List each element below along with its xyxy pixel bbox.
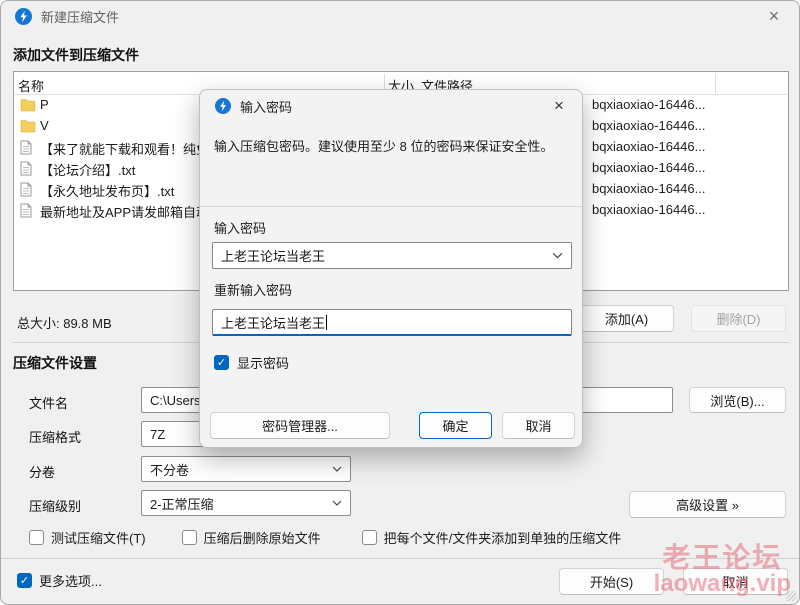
dialog-message: 输入压缩包密码。建议使用至少 8 位的密码来保证安全性。 bbox=[214, 137, 570, 156]
dialog-cancel-button[interactable]: 取消 bbox=[502, 412, 575, 439]
settings-heading: 压缩文件设置 bbox=[13, 353, 97, 373]
show-password-checkbox[interactable]: ✓ bbox=[214, 355, 229, 370]
file-name: P bbox=[40, 97, 49, 112]
option-toggle[interactable]: 测试压缩文件(T) bbox=[29, 528, 146, 547]
more-options-checkbox[interactable]: ✓ bbox=[17, 573, 32, 588]
chevron-down-icon bbox=[332, 500, 342, 506]
confirm-password-label: 重新输入密码 bbox=[214, 280, 292, 299]
delete-button: 删除(D) bbox=[691, 305, 786, 332]
password-label: 输入密码 bbox=[214, 218, 266, 237]
option-label: 把每个文件/文件夹添加到单独的压缩文件 bbox=[384, 528, 622, 547]
app-lightning-icon bbox=[215, 98, 231, 114]
document-icon bbox=[20, 140, 36, 154]
title-bar: 新建压缩文件 × bbox=[1, 1, 799, 31]
ok-button[interactable]: 确定 bbox=[419, 412, 492, 439]
password-dialog: 输入密码 × 输入压缩包密码。建议使用至少 8 位的密码来保证安全性。 输入密码… bbox=[199, 89, 583, 448]
option-label: 测试压缩文件(T) bbox=[51, 528, 146, 547]
level-select[interactable]: 2-正常压缩 bbox=[141, 490, 351, 516]
document-icon bbox=[20, 161, 36, 175]
dialog-divider bbox=[200, 206, 582, 207]
more-options-label: 更多选项... bbox=[39, 571, 102, 590]
window-title: 新建压缩文件 bbox=[41, 7, 119, 26]
browse-button[interactable]: 浏览(B)... bbox=[689, 387, 786, 413]
document-icon bbox=[20, 182, 36, 196]
password-manager-button[interactable]: 密码管理器... bbox=[210, 412, 390, 439]
total-size-label: 总大小: 89.8 MB bbox=[17, 313, 112, 332]
file-path: bqxiaoxiao-16446... bbox=[592, 160, 705, 175]
volume-label: 分卷 bbox=[29, 462, 55, 481]
confirm-password-input[interactable]: 上老王论坛当老王 bbox=[212, 309, 572, 336]
file-path: bqxiaoxiao-16446... bbox=[592, 139, 705, 154]
dialog-title: 输入密码 bbox=[240, 97, 292, 116]
password-input[interactable]: 上老王论坛当老王 bbox=[212, 242, 572, 269]
more-options-toggle[interactable]: ✓ 更多选项... bbox=[17, 571, 102, 590]
option-checkbox[interactable] bbox=[29, 530, 44, 545]
file-path: bqxiaoxiao-16446... bbox=[592, 181, 705, 196]
start-button[interactable]: 开始(S) bbox=[559, 568, 664, 595]
filename-label: 文件名 bbox=[29, 393, 68, 412]
app-lightning-icon bbox=[15, 8, 32, 25]
file-name: 【论坛介绍】.txt bbox=[40, 160, 135, 179]
add-files-heading: 添加文件到压缩文件 bbox=[13, 45, 139, 65]
level-label: 压缩级别 bbox=[29, 496, 81, 515]
password-value: 上老王论坛当老王 bbox=[221, 246, 325, 265]
confirm-password-value: 上老王论坛当老王 bbox=[221, 313, 325, 332]
format-value: 7Z bbox=[150, 427, 165, 442]
column-name[interactable]: 名称 bbox=[18, 76, 44, 95]
file-path: bqxiaoxiao-16446... bbox=[592, 202, 705, 217]
new-archive-window: 新建压缩文件 × 添加文件到压缩文件 名称 大小 文件路径 Pbqxiaoxia… bbox=[0, 0, 800, 605]
file-path: bqxiaoxiao-16446... bbox=[592, 97, 705, 112]
format-label: 压缩格式 bbox=[29, 427, 81, 446]
show-password-label: 显示密码 bbox=[237, 353, 289, 372]
file-path: bqxiaoxiao-16446... bbox=[592, 118, 705, 133]
chevron-down-icon bbox=[332, 466, 342, 472]
resize-grip[interactable] bbox=[786, 591, 796, 601]
column-separator[interactable] bbox=[715, 74, 716, 93]
cancel-button[interactable]: 取消 bbox=[683, 568, 788, 595]
divider bbox=[1, 558, 800, 559]
level-value: 2-正常压缩 bbox=[150, 494, 214, 513]
volume-select[interactable]: 不分卷 bbox=[141, 456, 351, 482]
advanced-settings-button[interactable]: 高级设置 » bbox=[629, 491, 786, 518]
file-name: 最新地址及APP请发邮箱自动 bbox=[40, 202, 209, 221]
document-icon bbox=[20, 203, 36, 217]
add-button[interactable]: 添加(A) bbox=[579, 305, 674, 332]
option-checkbox[interactable] bbox=[362, 530, 377, 545]
dialog-title-bar: 输入密码 × bbox=[200, 90, 582, 122]
show-password-toggle[interactable]: ✓ 显示密码 bbox=[214, 353, 289, 372]
option-label: 压缩后删除原始文件 bbox=[204, 528, 321, 547]
folder-icon bbox=[20, 119, 36, 133]
text-caret bbox=[326, 315, 327, 330]
option-toggle[interactable]: 压缩后删除原始文件 bbox=[182, 528, 321, 547]
dialog-close-icon[interactable]: × bbox=[546, 93, 572, 119]
volume-value: 不分卷 bbox=[150, 460, 189, 479]
file-name: V bbox=[40, 118, 49, 133]
window-close-icon[interactable]: × bbox=[761, 3, 787, 29]
chevron-down-icon[interactable] bbox=[552, 252, 563, 259]
file-name: 【来了就能下载和观看！纯免 bbox=[40, 139, 209, 158]
folder-icon bbox=[20, 98, 36, 112]
option-toggle[interactable]: 把每个文件/文件夹添加到单独的压缩文件 bbox=[362, 528, 622, 547]
option-checkbox[interactable] bbox=[182, 530, 197, 545]
options-row: 测试压缩文件(T) 压缩后删除原始文件 把每个文件/文件夹添加到单独的压缩文件 bbox=[29, 528, 621, 547]
file-name: 【永久地址发布页】.txt bbox=[40, 181, 174, 200]
filename-value: C:\Users bbox=[150, 393, 201, 408]
